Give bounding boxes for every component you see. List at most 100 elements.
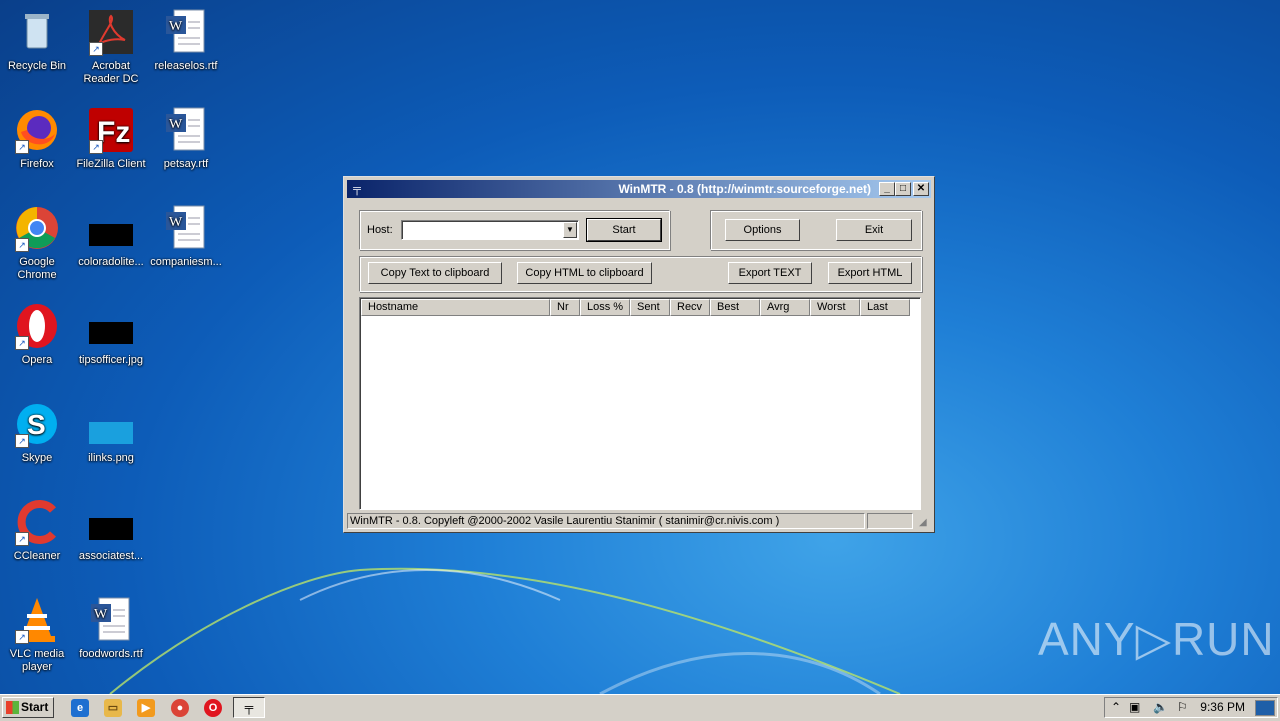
svg-text:W: W [94, 607, 108, 622]
shortcut-arrow-icon: ↗ [15, 140, 29, 154]
window-title: WinMTR - 0.8 (http://winmtr.sourceforge.… [618, 182, 871, 196]
desktop-icon-acrobat[interactable]: ↗ Acrobat Reader DC [74, 8, 148, 86]
word-document-icon: W [162, 204, 210, 252]
media-player-icon[interactable]: ▶ [137, 699, 155, 717]
show-hidden-icons-icon[interactable]: ⌃ [1111, 700, 1121, 714]
desktop-icon-tipsofficer[interactable]: tipsofficer.jpg [74, 302, 148, 367]
start-button-taskbar[interactable]: Start [2, 697, 54, 718]
desktop-icon-label: releaselos.rtf [154, 60, 218, 72]
results-list[interactable]: Hostname Nr Loss % Sent Recv Best Avrg W… [359, 297, 921, 510]
options-button[interactable]: Options [725, 219, 800, 241]
column-header-avrg[interactable]: Avrg [760, 299, 810, 316]
desktop-icon-ilinks[interactable]: ilinks.png [74, 400, 148, 465]
vlc-cone-icon: ↗ [13, 596, 61, 644]
copy-text-button[interactable]: Copy Text to clipboard [368, 262, 502, 284]
desktop-icon-firefox[interactable]: ↗ Firefox [0, 106, 74, 171]
winmtr-app-icon[interactable]: ╤ [350, 182, 364, 196]
close-button[interactable]: ✕ [913, 182, 929, 196]
start-button[interactable]: Start [586, 218, 662, 242]
word-document-icon: W [162, 106, 210, 154]
acrobat-icon: ↗ [87, 8, 135, 56]
shortcut-arrow-icon: ↗ [15, 630, 29, 644]
status-bar-pane [867, 513, 913, 529]
desktop-icon-label: ilinks.png [88, 452, 134, 464]
chrome-icon: ↗ [13, 204, 61, 252]
desktop-icon-opera[interactable]: ↗ Opera [0, 302, 74, 367]
desktop-icon-releaselos[interactable]: W releaselos.rtf [149, 8, 223, 73]
column-header-nr[interactable]: Nr [550, 299, 580, 316]
minimize-button[interactable]: _ [879, 182, 895, 196]
desktop-icon-label: Google Chrome [17, 256, 57, 281]
windows-logo-icon [6, 701, 19, 714]
desktop-icon-vlc[interactable]: ↗ VLC media player [0, 596, 74, 674]
shortcut-arrow-icon: ↗ [15, 532, 29, 546]
desktop-icon-petsay[interactable]: W petsay.rtf [149, 106, 223, 171]
column-header-best[interactable]: Best [710, 299, 760, 316]
file-explorer-icon[interactable]: ▭ [104, 699, 122, 717]
action-center-flag-icon[interactable]: ⚐ [1177, 700, 1188, 714]
internet-explorer-icon[interactable]: e [71, 699, 89, 717]
dropdown-arrow-icon[interactable]: ▼ [563, 222, 577, 238]
column-header-hostname[interactable]: Hostname [361, 299, 550, 316]
volume-icon[interactable]: 🔈 [1153, 700, 1168, 714]
export-text-button[interactable]: Export TEXT [728, 262, 812, 284]
winmtr-window: ╤ WinMTR - 0.8 (http://winmtr.sourceforg… [343, 176, 935, 533]
column-header-sent[interactable]: Sent [630, 299, 670, 316]
shortcut-arrow-icon: ↗ [89, 140, 103, 154]
image-file-icon [87, 302, 135, 350]
desktop-icon-label: coloradolite... [78, 256, 144, 268]
desktop-icon-associatest[interactable]: associatest... [74, 498, 148, 563]
desktop-icon-foodwords[interactable]: W foodwords.rtf [74, 596, 148, 661]
desktop-icon-label: petsay.rtf [163, 158, 209, 170]
desktop-icon-label: tipsofficer.jpg [78, 354, 143, 366]
desktop-icon-label: associatest... [78, 550, 144, 562]
firefox-icon: ↗ [13, 106, 61, 154]
desktop-icon-label: CCleaner [13, 550, 61, 562]
svg-text:W: W [169, 19, 183, 34]
column-header-recv[interactable]: Recv [670, 299, 710, 316]
chrome-taskbar-icon[interactable]: ● [171, 699, 189, 717]
desktop-icon-ccleaner[interactable]: ↗ CCleaner [0, 498, 74, 563]
desktop-icon-coloradolite[interactable]: coloradolite... [74, 204, 148, 269]
shortcut-arrow-icon: ↗ [15, 434, 29, 448]
svg-text:S: S [27, 409, 46, 440]
desktop-icon-label: FileZilla Client [76, 158, 146, 170]
exit-button[interactable]: Exit [836, 219, 912, 241]
maximize-button[interactable]: □ [895, 182, 911, 196]
desktop-icon-filezilla[interactable]: Fz ↗ FileZilla Client [74, 106, 148, 171]
export-html-button[interactable]: Export HTML [828, 262, 912, 284]
svg-text:W: W [169, 117, 183, 132]
recycle-bin-icon [13, 8, 61, 56]
desktop-icon-skype[interactable]: S ↗ Skype [0, 400, 74, 465]
shortcut-arrow-icon: ↗ [15, 336, 29, 350]
filezilla-icon: Fz ↗ [87, 106, 135, 154]
status-bar: WinMTR - 0.8. Copyleft @2000-2002 Vasile… [347, 513, 865, 529]
shortcut-arrow-icon: ↗ [89, 42, 103, 56]
desktop-icon-companiesm[interactable]: W companiesm... [149, 204, 223, 269]
clock[interactable]: 9:36 PM [1200, 700, 1245, 714]
show-desktop-icon[interactable] [1255, 700, 1275, 716]
desktop-icon-recycle-bin[interactable]: Recycle Bin [0, 8, 74, 73]
column-header-loss[interactable]: Loss % [580, 299, 630, 316]
opera-taskbar-icon[interactable]: O [204, 699, 222, 717]
desktop-icon-label: foodwords.rtf [79, 648, 143, 660]
network-icon[interactable]: ▣ [1129, 700, 1140, 714]
start-label: Start [21, 700, 49, 714]
column-header-worst[interactable]: Worst [810, 299, 860, 316]
desktop-icon-label: Firefox [20, 158, 54, 170]
resize-grip-icon[interactable]: ◢ [919, 517, 931, 529]
winmtr-taskbar-item[interactable]: ╤ [233, 697, 265, 718]
word-document-icon: W [162, 8, 210, 56]
column-header-last[interactable]: Last [860, 299, 910, 316]
desktop-icon-chrome[interactable]: ↗ Google Chrome [0, 204, 74, 282]
system-tray: ⌃ ▣ 🔈 ⚐ 9:36 PM [1104, 697, 1278, 718]
image-file-icon [87, 204, 135, 252]
host-combobox[interactable]: ▼ [401, 220, 579, 240]
svg-text:W: W [169, 215, 183, 230]
opera-icon: ↗ [13, 302, 61, 350]
anyrun-watermark: ANY▷RUN [1038, 613, 1275, 665]
copy-html-button[interactable]: Copy HTML to clipboard [517, 262, 652, 284]
skype-icon: S ↗ [13, 400, 61, 448]
title-bar[interactable]: ╤ WinMTR - 0.8 (http://winmtr.sourceforg… [347, 180, 931, 198]
desktop-icon-label: Opera [21, 354, 53, 366]
